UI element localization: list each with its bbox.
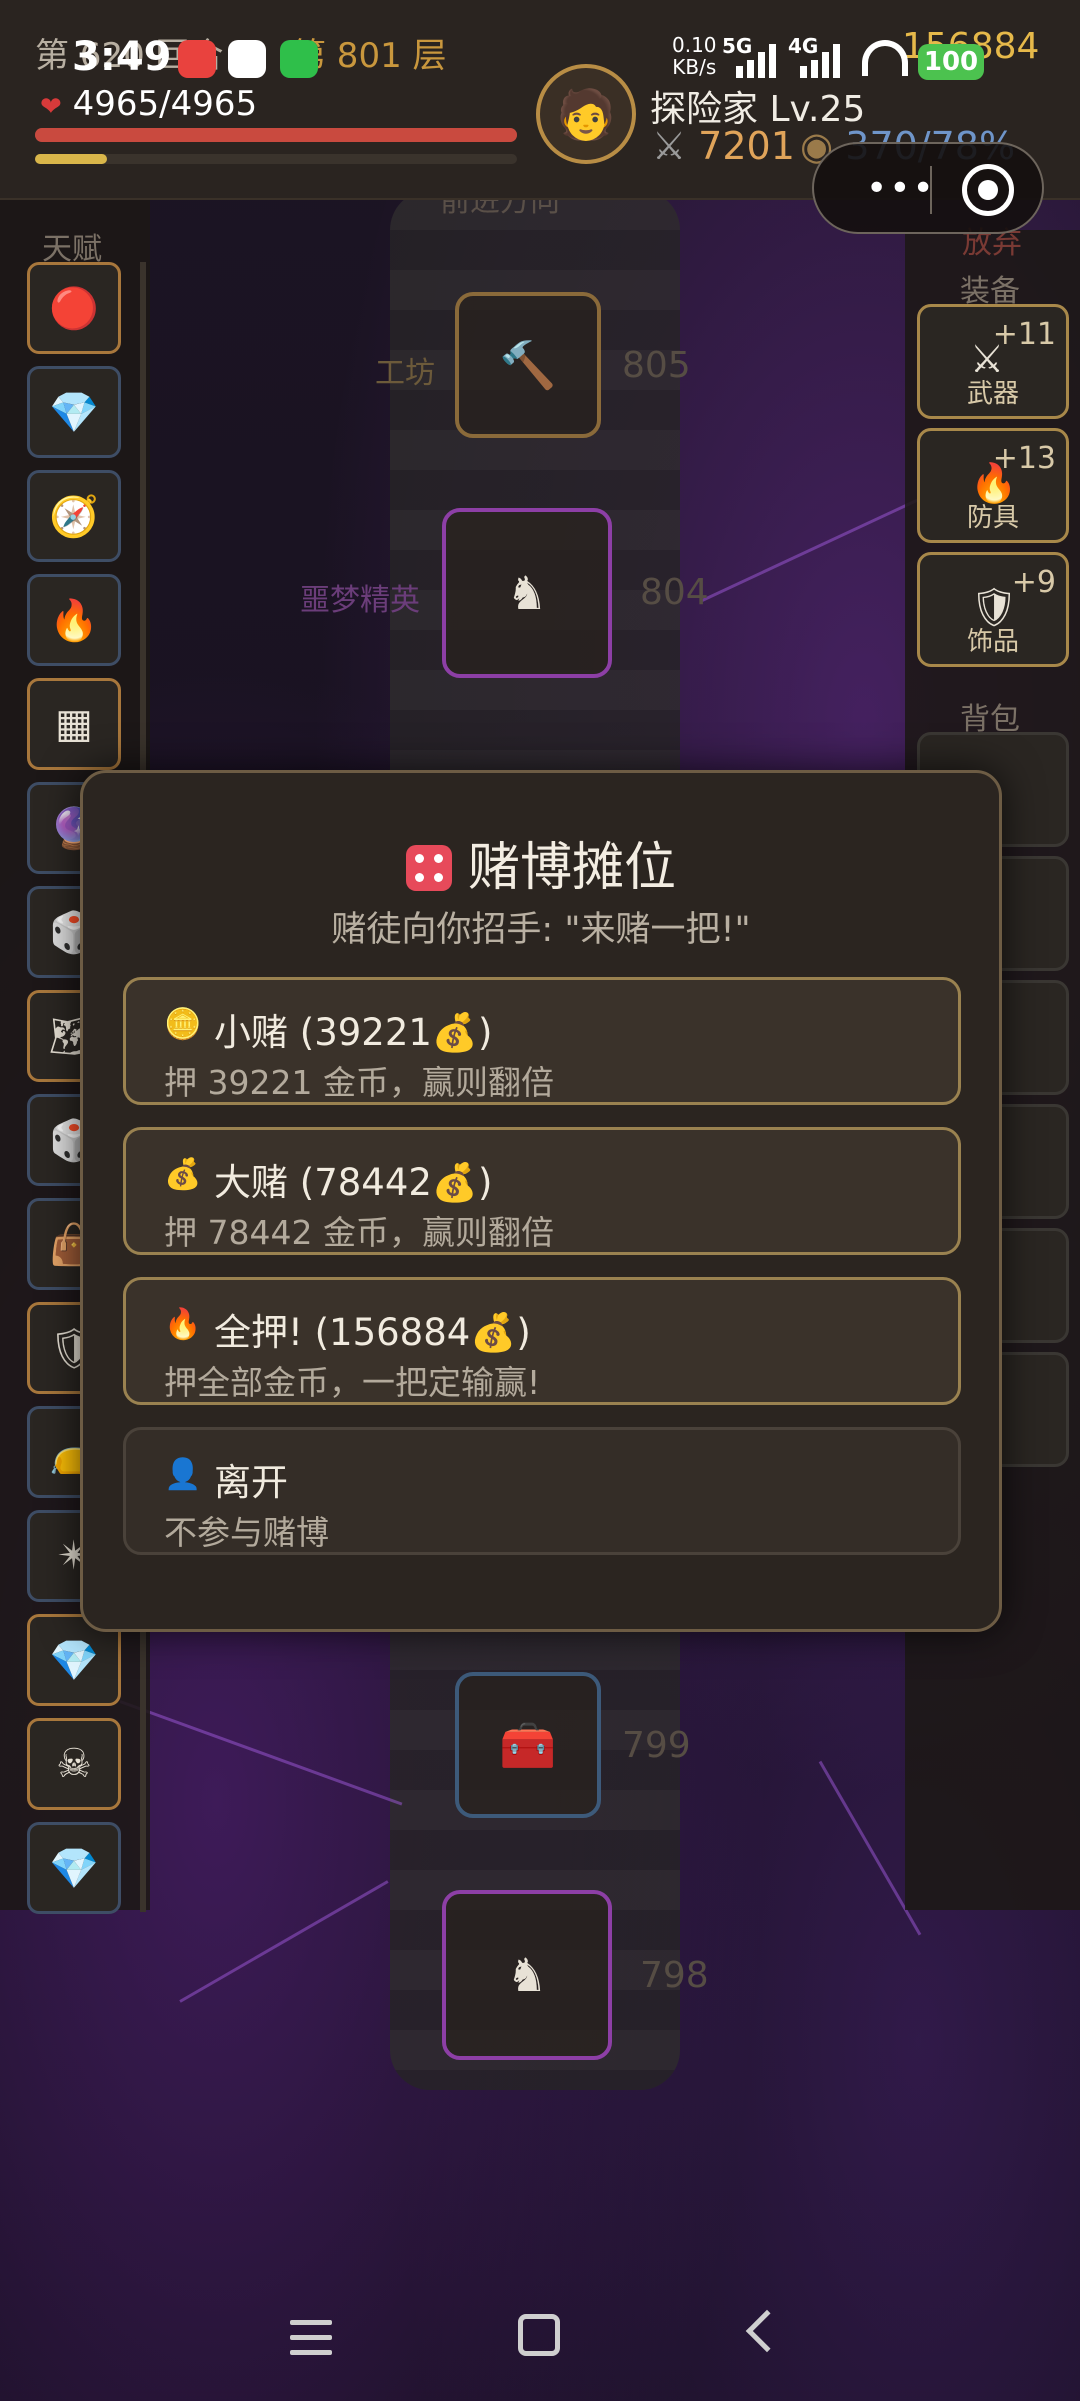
talent-slot[interactable]: 💎 [27, 1822, 121, 1914]
network-speed: 0.10 KB/s [672, 34, 717, 78]
xp-bar [35, 154, 108, 164]
option-title: 小赌 (39221💰) [214, 1011, 493, 1054]
heart-icon: ❤ [40, 92, 62, 122]
talent-slot[interactable]: 🔥 [27, 574, 121, 666]
video-app-icon [178, 40, 216, 78]
accessory-slot[interactable]: 🛡 +9 饰品 [917, 552, 1069, 667]
talent-slot[interactable]: ▦ [27, 678, 121, 770]
talent-slot[interactable]: 🧭 [27, 470, 121, 562]
network-speed-unit: KB/s [672, 55, 717, 79]
accessory-label: 饰品 [966, 627, 1019, 657]
armor-label: 防具 [966, 503, 1019, 533]
option-title: 全押! (156884💰) [214, 1311, 531, 1354]
qq-app-icon [228, 40, 266, 78]
recent-apps-button[interactable] [290, 2320, 332, 2365]
leave-option[interactable]: 👤 离开 不参与赌博 [123, 1427, 961, 1555]
diamond-icon: 💎 [49, 389, 99, 436]
talent-slot[interactable]: ☠ [27, 1718, 121, 1810]
ghost-icon: 👤 [164, 1457, 202, 1492]
weapon-slot[interactable]: ⚔ +11 武器 [917, 304, 1069, 419]
diamond-icon: 💎 [49, 1637, 99, 1684]
compass-icon: 🧭 [49, 493, 99, 540]
option-description: 押 78442 金币，赢则翻倍 [164, 1213, 554, 1252]
clock: 3:49 [72, 34, 172, 80]
weapon-label: 武器 [966, 379, 1019, 409]
attack-stat: ⚔ 7201 [652, 124, 795, 168]
xp-bar-track [35, 154, 517, 164]
more-dots-icon[interactable]: ••• [866, 168, 936, 209]
coin-icon: 🪙 [164, 1007, 202, 1042]
lightning-crack [699, 490, 937, 603]
armor-plus: +13 [992, 441, 1056, 476]
hp-bar [35, 128, 517, 142]
crossed-swords-icon: ⚔ [652, 124, 687, 168]
battery-indicator: 100 [918, 44, 984, 80]
map-node-name: 工坊 [375, 356, 435, 391]
money-bag-icon: 💰 [164, 1157, 202, 1192]
accessory-plus: +9 [1011, 565, 1056, 600]
fire-icon: 🔥 [164, 1307, 202, 1342]
weapon-plus: +11 [992, 317, 1056, 352]
dialog-subtitle: 赌徒向你招手: "来赌一把!" [331, 910, 751, 950]
treasure-icon: 🧰 [499, 1717, 557, 1772]
player-avatar[interactable]: 🧑 [536, 64, 636, 164]
explorer-icon: 🧑 [556, 86, 616, 143]
dark-knight-icon: ♞ [506, 566, 548, 620]
armor-slot[interactable]: 🔥 +13 防具 [917, 428, 1069, 543]
signal-icon [800, 42, 840, 78]
hammer-icon: 🔨 [499, 337, 557, 392]
big-bet-option[interactable]: 💰 大赌 (78442💰) 押 78442 金币，赢则翻倍 [123, 1127, 961, 1255]
map-node-floor: 804 [640, 572, 709, 613]
gambling-dialog: 赌博摊位 赌徒向你招手: "来赌一把!" 🪙 小赌 (39221💰) 押 392… [80, 770, 1002, 1632]
map-node-floor: 798 [640, 1955, 709, 1996]
map-node-elite[interactable]: ♞ [442, 508, 612, 678]
map-node-workshop[interactable]: 🔨 [455, 292, 601, 438]
signal-icon [736, 42, 776, 78]
miniprogram-capsule: ••• [812, 142, 1044, 234]
map-node-floor: 799 [622, 1725, 691, 1766]
skull-icon: ☠ [56, 1741, 92, 1787]
map-node-name: 噩梦精英 [300, 583, 420, 618]
network-speed-value: 0.10 [672, 33, 717, 57]
talent-slot[interactable]: 🔴 [27, 262, 121, 354]
all-in-option[interactable]: 🔥 全押! (156884💰) 押全部金币，一把定输赢! [123, 1277, 961, 1405]
option-title: 离开 [214, 1461, 288, 1504]
lightning-crack [119, 1700, 403, 1806]
target-close-icon[interactable] [962, 164, 1014, 216]
dice-icon [405, 845, 452, 891]
system-nav-bar [0, 2290, 1080, 2401]
map-node-treasure[interactable]: 🧰 [455, 1672, 601, 1818]
lightning-crack [179, 1880, 389, 2003]
option-title: 大赌 (78442💰) [214, 1161, 493, 1204]
attack-value: 7201 [698, 124, 795, 168]
heart-gem-icon: 🔴 [49, 285, 99, 332]
grid-scroll-icon: ▦ [55, 701, 93, 747]
dialog-title: 赌博摊位 [83, 825, 999, 900]
hp-value: 4965/4965 [72, 84, 258, 124]
home-button[interactable] [518, 2314, 560, 2356]
hp-display: ❤ 4965/4965 [40, 84, 257, 124]
dark-knight-icon: ♞ [506, 1948, 548, 2002]
fire-icon: 🔥 [49, 597, 99, 644]
small-bet-option[interactable]: 🪙 小赌 (39221💰) 押 39221 金币，赢则翻倍 [123, 977, 961, 1105]
option-description: 不参与赌博 [164, 1513, 329, 1552]
status-bar: 3:49 0.10 KB/s 5G 4G 100 [0, 0, 1080, 80]
talent-slot[interactable]: 💎 [27, 366, 121, 458]
message-app-icon [280, 40, 318, 78]
dialog-title-text: 赌博摊位 [467, 838, 676, 898]
capsule-divider [930, 166, 932, 214]
map-node-floor: 805 [622, 345, 691, 386]
diamond-icon: 💎 [49, 1845, 99, 1892]
wifi-icon [862, 40, 908, 76]
option-description: 押全部金币，一把定输赢! [164, 1363, 541, 1402]
back-button[interactable] [745, 2309, 789, 2353]
option-description: 押 39221 金币，赢则翻倍 [164, 1063, 554, 1102]
map-node-elite[interactable]: ♞ [442, 1890, 612, 2060]
